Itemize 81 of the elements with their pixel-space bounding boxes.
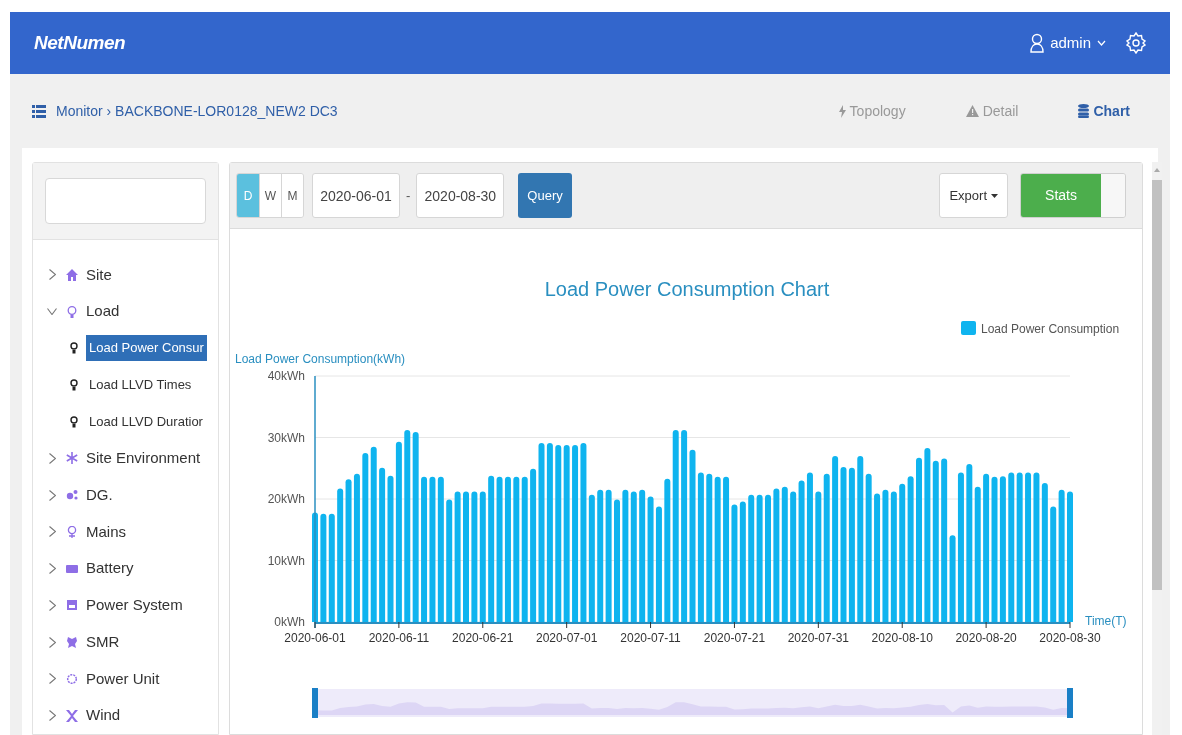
legend-swatch xyxy=(961,321,976,335)
breadcrumb: Monitor › BACKBONE-LOR0128_NEW2 DC3 xyxy=(56,101,338,121)
scrollbar[interactable] xyxy=(1152,162,1162,735)
settings-icon[interactable] xyxy=(1126,32,1146,54)
view-tab[interactable]: Chart xyxy=(1093,100,1130,122)
bulb-icon xyxy=(66,305,78,318)
tree-item[interactable]: Mains xyxy=(86,520,126,544)
tick-label: 2020-06-21 xyxy=(452,631,514,645)
tick-label: 2020-08-30 xyxy=(1039,631,1101,645)
caret-icon xyxy=(1097,40,1106,46)
tree-item[interactable]: Site Environment xyxy=(86,447,201,470)
tree-item[interactable]: SMR xyxy=(86,630,120,654)
tree-item[interactable]: Power System xyxy=(86,594,183,617)
period-tab[interactable]: M xyxy=(281,174,303,217)
tree-item[interactable]: Load LLVD Times xyxy=(86,372,195,398)
chevron-right-icon[interactable] xyxy=(48,710,56,722)
tick-label: 10kWh xyxy=(267,553,305,568)
tick-label: 2020-07-21 xyxy=(703,631,766,645)
date-separator: - xyxy=(406,186,411,205)
chevron-right-icon[interactable] xyxy=(48,673,56,685)
tree-item[interactable]: Power Unit xyxy=(86,667,160,691)
logo[interactable]: NetNumen xyxy=(34,28,126,58)
scroll-thumb[interactable] xyxy=(1152,180,1162,590)
chevron-right-icon[interactable] xyxy=(48,526,56,538)
snowflake-icon xyxy=(66,452,78,465)
tick-label: 2020-07-11 xyxy=(620,631,681,645)
gears-icon xyxy=(66,489,78,502)
database-icon xyxy=(1078,104,1090,118)
axis-title: Load Power Consumption(kWh) xyxy=(235,352,406,366)
period-tab[interactable]: W xyxy=(259,174,281,217)
tick-label: 2020-08-10 xyxy=(871,631,933,645)
slider-handle[interactable] xyxy=(312,688,318,718)
chevron-right-icon[interactable] xyxy=(48,453,56,464)
date-field[interactable]: 2020-06-01 xyxy=(312,173,400,218)
list-icon[interactable] xyxy=(32,104,46,118)
module-icon xyxy=(66,636,78,649)
range-slider[interactable] xyxy=(315,689,1070,717)
tick-label: 2020-08-20 xyxy=(955,631,1017,645)
axis-title: Time(T) xyxy=(1085,614,1127,628)
warning-icon xyxy=(965,105,979,117)
search-field[interactable] xyxy=(45,178,206,225)
tick-label: 40kWh xyxy=(267,369,305,383)
bulb-icon xyxy=(70,415,78,428)
caret-icon xyxy=(991,193,998,198)
chevron-right-icon[interactable] xyxy=(48,563,56,575)
slider-handle[interactable] xyxy=(1067,688,1073,718)
tick-label: 2020-06-01 xyxy=(284,631,346,645)
chevron-right-icon[interactable] xyxy=(48,269,56,281)
tree-item[interactable]: Load xyxy=(86,300,120,323)
user-icon[interactable] xyxy=(1030,33,1045,53)
query-button[interactable]: Query xyxy=(518,173,572,218)
chevron-down-icon[interactable] xyxy=(47,308,57,316)
tick-label: 30kWh xyxy=(267,430,305,445)
tick-label: 2020-07-01 xyxy=(535,631,598,645)
bulb-icon xyxy=(70,342,78,355)
tick-label: 2020-07-31 xyxy=(787,631,850,645)
export-button[interactable]: Export xyxy=(939,173,1008,218)
chevron-right-icon[interactable] xyxy=(48,636,56,648)
legend-label: Load Power Consumption xyxy=(981,322,1120,336)
fan-icon xyxy=(66,709,78,722)
tree-item[interactable]: Site xyxy=(86,263,112,287)
tree-item[interactable]: Wind xyxy=(86,704,121,727)
tick-label: 20kWh xyxy=(267,492,305,506)
user-menu[interactable]: admin xyxy=(1050,31,1091,55)
sun-icon xyxy=(66,672,78,685)
lightning-icon xyxy=(838,104,846,118)
date-field[interactable]: 2020-08-30 xyxy=(416,173,505,218)
tree-item[interactable]: Load LLVD Duratior xyxy=(86,408,206,435)
chevron-right-icon[interactable] xyxy=(48,489,56,501)
scroll-up-icon[interactable] xyxy=(1154,168,1160,172)
tick-label: 0kWh xyxy=(274,615,305,629)
home-icon xyxy=(66,268,78,281)
cabinet-icon xyxy=(66,599,78,612)
tick-label: 2020-06-11 xyxy=(368,631,430,645)
bulb-icon xyxy=(70,379,78,391)
chevron-right-icon[interactable] xyxy=(48,599,56,611)
chart-title: Load Power Consumption Chart xyxy=(544,278,830,300)
tree-item[interactable]: Battery xyxy=(86,557,134,580)
battery-icon xyxy=(66,562,78,575)
tree-item[interactable]: Load Power Consur xyxy=(86,335,207,362)
tree-item[interactable]: DG. xyxy=(86,483,113,507)
